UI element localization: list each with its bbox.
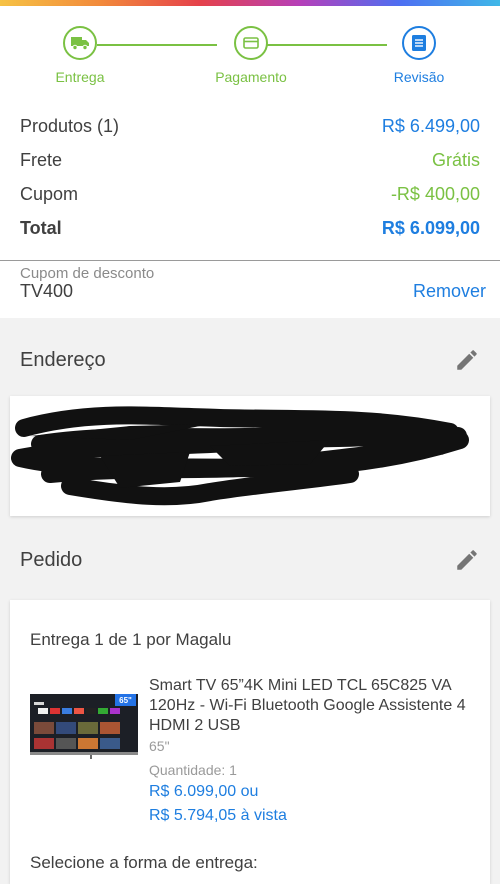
coupon-caption: Cupom de desconto xyxy=(20,265,155,282)
product-thumbnail[interactable]: 65" xyxy=(30,692,138,760)
address-card xyxy=(10,396,490,516)
redacted-scribble xyxy=(11,406,469,506)
summary-products-row: Produtos (1) R$ 6.499,00 xyxy=(20,112,480,140)
product-quantity: Quantidade: 1 xyxy=(149,762,237,778)
delivery-method-prompt: Selecione a forma de entrega: xyxy=(30,853,258,872)
address-section-title: Endereço xyxy=(20,349,106,371)
order-section-title: Pedido xyxy=(20,549,83,571)
truck-icon xyxy=(63,26,97,60)
summary-value: R$ 6.499,00 xyxy=(381,115,480,136)
summary-value: -R$ 400,00 xyxy=(390,183,480,204)
step-label: Pagamento xyxy=(215,69,287,85)
summary-label: Cupom xyxy=(20,183,79,204)
summary-total-row: Total R$ 6.099,00 xyxy=(20,214,480,242)
summary-label: Total xyxy=(20,217,62,238)
summary-shipping-row: Frete Grátis xyxy=(20,146,480,174)
step-revisao[interactable]: Revisão xyxy=(359,26,479,85)
price-installment: R$ 6.099,00 ou xyxy=(149,783,259,800)
shipment-heading: Entrega 1 de 1 por Magalu xyxy=(30,630,232,649)
order-summary: Produtos (1) R$ 6.499,00 Frete Grátis Cu… xyxy=(0,100,500,260)
checkout-stepper: Entrega Pagamento Revisão xyxy=(0,6,500,100)
edit-address-pencil-icon[interactable] xyxy=(454,347,480,373)
price-cash: R$ 5.794,05 à vista xyxy=(149,807,287,824)
summary-value: R$ 6.099,00 xyxy=(381,217,480,238)
step-pagamento[interactable]: Pagamento xyxy=(191,26,311,85)
product-size: 65" xyxy=(149,738,170,754)
order-card: Entrega 1 de 1 por Magalu 65" Smart TV 6… xyxy=(10,600,490,884)
step-entrega[interactable]: Entrega xyxy=(20,26,140,85)
step-label: Revisão xyxy=(393,69,445,85)
summary-label: Frete xyxy=(20,149,63,170)
summary-value: Grátis xyxy=(431,149,480,170)
product-name[interactable]: Smart TV 65”4K Mini LED TCL 65C825 VA 12… xyxy=(149,676,467,736)
coupon-code: TV400 xyxy=(20,281,74,301)
summary-label: Produtos (1) xyxy=(20,115,120,136)
thumb-size-badge: 65" xyxy=(119,696,132,705)
credit-card-icon xyxy=(234,26,268,60)
summary-coupon-row: Cupom -R$ 400,00 xyxy=(20,180,480,208)
remove-coupon-button[interactable]: Remover xyxy=(413,281,486,302)
step-label: Entrega xyxy=(55,69,105,85)
coupon-field[interactable]: Cupom de desconto TV400 Remover xyxy=(0,260,500,318)
document-icon xyxy=(402,26,436,60)
edit-order-pencil-icon[interactable] xyxy=(454,547,480,573)
